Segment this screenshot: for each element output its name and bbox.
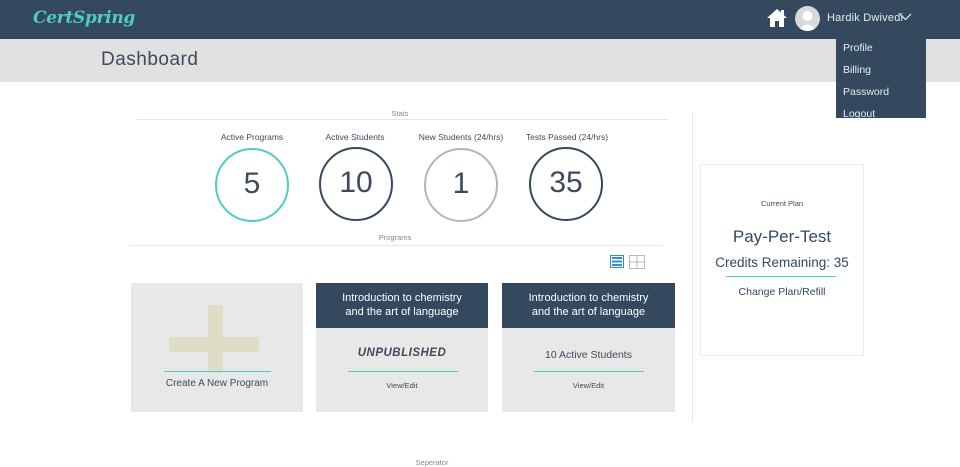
plan-name: Pay-Per-Test [732,227,832,246]
stat-circle-new-students: 1 [424,148,498,222]
program-card-header[interactable]: Introduction to chemistry and the art of… [502,283,675,328]
home-icon[interactable] [766,8,788,28]
stat-label: Active Programs [220,132,284,142]
list-view-icon[interactable] [610,255,624,268]
separator-label: Seperator [415,458,449,467]
stats-section-label: Stats [391,109,409,118]
stat-circle-tests-passed: 35 [529,147,603,221]
card-divider [164,371,271,372]
program-status: UNPUBLISHED [357,347,447,359]
view-edit-link[interactable]: View/Edit [502,381,675,390]
program-title-line2: and the art of language [531,306,646,318]
stat-active-programs: Active Programs [207,132,297,142]
stat-label: Tests Passed (24/hrs) [525,132,609,142]
program-title-line1: Introduction to chemistry [528,292,649,304]
user-name[interactable]: Hardik Dwivedi [827,12,903,24]
user-dropdown-menu: Profile Billing Password Logout [836,33,926,120]
program-card-header[interactable]: Introduction to chemistry and the art of… [316,283,488,328]
stat-label: New Students (24/hrs) [418,132,504,142]
stat-tests-passed: Tests Passed (24/hrs) [522,132,612,142]
menu-item-logout[interactable]: Logout [836,103,926,125]
stat-new-students: New Students (24/hrs) [416,132,506,142]
stats-divider [137,119,668,120]
program-status: 10 Active Students [545,349,632,361]
page-title: Dashboard [101,49,199,70]
grid-view-icon[interactable] [629,255,645,269]
programs-divider [131,245,661,246]
programs-section-label: Programs [378,233,412,242]
page-title-bar: Dashboard [0,39,960,82]
plan-divider [726,276,836,277]
program-title-line2: and the art of language [345,306,459,318]
change-plan-link[interactable]: Change Plan/Refill [701,286,863,298]
chevron-down-icon[interactable] [899,13,912,21]
logo[interactable]: CertSpring [33,8,135,28]
credits-remaining: Credits Remaining: 35 [715,255,849,270]
avatar-icon [798,11,817,31]
plus-icon-bar [169,337,259,352]
program-card: Introduction to chemistry and the art of… [316,283,488,412]
plan-caption: Current Plan [760,199,804,208]
stat-circle-active-programs: 5 [215,148,289,222]
menu-item-password[interactable]: Password [836,81,926,103]
program-card: Introduction to chemistry and the art of… [502,283,675,412]
view-edit-link[interactable]: View/Edit [316,381,488,390]
top-navbar: CertSpring Hardik Dwivedi [0,0,960,39]
column-divider [692,112,693,422]
card-divider [348,371,458,372]
menu-item-profile[interactable]: Profile [836,37,926,59]
current-plan-panel: Current Plan Pay-Per-Test Credits Remain… [700,164,864,356]
menu-item-billing[interactable]: Billing [836,59,926,81]
create-program-label: Create A New Program [165,378,269,389]
stat-label: Active Students [325,132,385,142]
stat-circle-active-students: 10 [319,147,393,221]
create-program-card[interactable]: Create A New Program [131,283,303,412]
program-title-line1: Introduction to chemistry [342,292,462,304]
card-divider [534,371,644,372]
avatar[interactable] [795,6,820,31]
stat-active-students: Active Students [310,132,400,142]
